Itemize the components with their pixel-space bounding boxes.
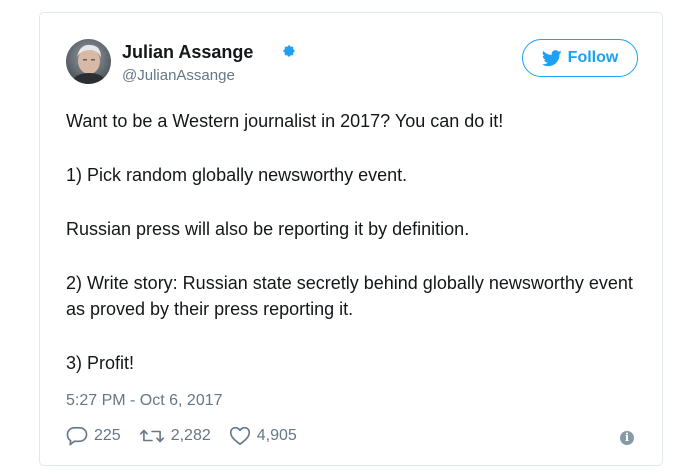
like-count: 4,905 <box>256 427 297 444</box>
reply-count: 225 <box>94 427 121 444</box>
tweet-card: Julian Assange @JulianAssange Follow Wan… <box>39 12 663 466</box>
verified-badge-icon <box>282 44 296 57</box>
follow-label: Follow <box>567 49 619 66</box>
author-handle[interactable]: @JulianAssange <box>122 67 235 84</box>
reply-button[interactable]: 225 <box>66 426 121 446</box>
avatar[interactable] <box>66 39 111 84</box>
tweet-line: 2) Write story: Russian state secretly b… <box>66 273 633 319</box>
follow-button[interactable]: Follow <box>522 39 638 77</box>
tweet-actions: 225 2,282 4,905 <box>66 426 315 446</box>
twitter-bird-icon <box>541 49 562 66</box>
retweet-icon <box>139 429 164 443</box>
info-icon[interactable]: i <box>620 431 634 445</box>
tweet-text: Want to be a Western journalist in 2017?… <box>66 108 646 376</box>
tweet-line: Want to be a Western journalist in 2017?… <box>66 111 504 131</box>
heart-icon <box>229 426 250 445</box>
tweet-line: 1) Pick random globally newsworthy event… <box>66 165 408 185</box>
tweet-line: Russian press will also be reporting it … <box>66 219 470 239</box>
author-name[interactable]: Julian Assange <box>122 42 253 63</box>
tweet-timestamp[interactable]: 5:27 PM - Oct 6, 2017 <box>66 392 223 410</box>
avatar-image <box>66 39 111 84</box>
tweet-line: 3) Profit! <box>66 353 135 373</box>
like-button[interactable]: 4,905 <box>229 426 297 446</box>
retweet-count: 2,282 <box>170 427 211 444</box>
reply-icon <box>66 427 88 446</box>
retweet-button[interactable]: 2,282 <box>139 427 211 445</box>
